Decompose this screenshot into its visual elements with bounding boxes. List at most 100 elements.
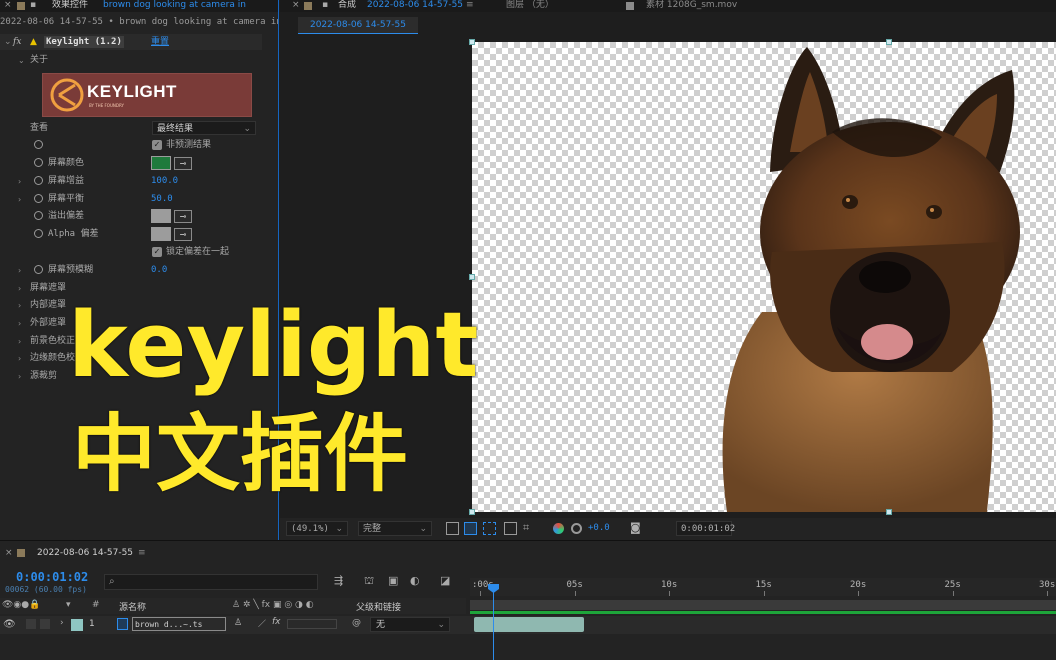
lock-icon[interactable]: ▪ [30, 0, 36, 12]
quality-switch-icon[interactable]: ／ [258, 618, 266, 629]
chevron-right-icon[interactable]: › [18, 173, 21, 190]
transform-handle[interactable] [469, 509, 475, 515]
chevron-right-icon[interactable]: › [18, 333, 21, 350]
resolution-dropdown[interactable]: 完整 ⌄ [358, 521, 432, 536]
transparency-grid-icon[interactable] [464, 522, 477, 535]
stopwatch-icon[interactable] [34, 140, 43, 149]
channel-icon[interactable] [553, 523, 564, 534]
chevron-right-icon[interactable]: › [18, 297, 21, 314]
chevron-right-icon[interactable]: › [18, 368, 21, 385]
comp-mini-flowchart-icon[interactable]: ⇶ [334, 574, 343, 587]
switch-boxes[interactable] [287, 619, 337, 629]
mask-visibility-icon[interactable] [483, 522, 496, 535]
label-column-icon[interactable]: ▾ [66, 600, 71, 610]
frame-blending-icon[interactable]: ◐ [410, 574, 420, 587]
composition-tab-label[interactable]: 合成 [338, 0, 356, 11]
effect-controls-tab-label[interactable]: 效果控件 [52, 0, 88, 12]
reset-link[interactable]: 重置 [151, 34, 169, 50]
about-row[interactable]: ⌄ 关于 [0, 52, 262, 69]
eyedropper-icon[interactable]: ⊸ [174, 157, 192, 170]
zoom-value: (49.1%) [291, 524, 329, 534]
chevron-right-icon[interactable]: › [18, 191, 21, 208]
screen-preblur-value[interactable]: 0.0 [151, 262, 167, 279]
screen-balance-value[interactable]: 50.0 [151, 191, 173, 208]
transform-handle[interactable] [469, 274, 475, 280]
eye-icon[interactable]: 👁 [3, 619, 16, 630]
transform-handle[interactable] [469, 39, 475, 45]
chevron-down-icon[interactable]: ⌄ [4, 34, 12, 50]
guide-options-icon[interactable] [504, 522, 517, 535]
panel-menu-icon[interactable]: ≡ [466, 0, 474, 11]
chevron-right-icon[interactable]: › [18, 315, 21, 332]
composition-canvas[interactable] [472, 42, 1056, 512]
stopwatch-icon[interactable] [34, 211, 43, 220]
close-icon[interactable]: × [4, 0, 12, 12]
parent-dropdown[interactable]: 无 ⌄ [370, 617, 450, 632]
shy-layers-icon[interactable]: ▣ [388, 574, 398, 587]
graph-editor-icon[interactable]: ◪ [440, 574, 450, 587]
footage-tab-label[interactable]: 素材 1208G_sm.mov [646, 0, 737, 11]
draft-3d-icon[interactable]: ⛫ [364, 574, 374, 589]
grid-icon[interactable]: ⌗ [523, 522, 536, 535]
panel-menu-icon[interactable] [304, 2, 312, 10]
layer-search-input[interactable]: ⌕ [104, 574, 318, 590]
unpremultiply-checkbox[interactable]: ✓ [152, 140, 162, 150]
stopwatch-icon[interactable] [34, 229, 43, 238]
layer-label-color[interactable] [71, 619, 83, 631]
keylight-effect-header[interactable]: ⌄ fx ▲ Keylight (1.2) 重置 [0, 34, 262, 50]
panel-menu-icon[interactable] [17, 2, 25, 10]
lock-icon[interactable]: ▪ [322, 0, 328, 11]
source-crops-label: 源裁剪 [30, 371, 58, 381]
stopwatch-icon[interactable] [34, 265, 43, 274]
timeline-comp-name[interactable]: 2022-08-06 14-57-55 [37, 545, 133, 561]
stopwatch-icon[interactable] [34, 158, 43, 167]
shy-switch-icon[interactable]: ♙ [234, 618, 242, 628]
stopwatch-icon[interactable] [34, 176, 43, 185]
switches-column-icon[interactable]: ♙ ✲ ╲ fx ▣ ◎ ◑ ◐ [232, 600, 314, 610]
stopwatch-icon[interactable] [34, 194, 43, 203]
visibility-column-icon[interactable]: 👁◉●🔒 [2, 600, 40, 610]
screen-gain-value[interactable]: 100.0 [151, 173, 178, 190]
lock-biases-checkbox[interactable]: ✓ [152, 247, 162, 257]
chevron-down-icon[interactable]: ⌄ [18, 52, 25, 69]
region-of-interest-icon[interactable] [446, 522, 459, 535]
camera-icon[interactable]: ◙ [630, 522, 643, 535]
alpha-bias-swatch[interactable] [151, 227, 171, 241]
screen-colour-swatch[interactable] [151, 156, 171, 170]
chevron-right-icon[interactable]: › [18, 262, 21, 279]
panel-menu-icon[interactable]: ≡ [138, 545, 146, 561]
effect-name[interactable]: Keylight (1.2) [44, 36, 124, 48]
close-icon[interactable]: × [5, 545, 13, 561]
exposure-reset-icon[interactable] [571, 523, 582, 534]
audio-toggle[interactable] [26, 619, 36, 629]
layer-name[interactable]: brown d...~.ts [132, 617, 226, 631]
chevron-right-icon[interactable]: › [18, 350, 21, 367]
chevron-right-icon[interactable]: › [60, 618, 64, 628]
fx-switch-icon[interactable]: fx [272, 617, 281, 627]
eyedropper-icon[interactable]: ⊸ [174, 210, 192, 223]
close-icon[interactable]: × [292, 0, 300, 11]
composition-subtab[interactable]: 2022-08-06 14-57-55 [298, 17, 418, 34]
composition-tab-name[interactable]: 2022-08-06 14-57-55 [367, 0, 463, 11]
transform-handle[interactable] [886, 509, 892, 515]
source-name-column[interactable]: 源名称 [119, 600, 146, 613]
layer-tab-label[interactable]: 图层 （无） [506, 0, 554, 11]
current-time[interactable]: 0:00:01:02 [16, 570, 88, 584]
parent-link-column[interactable]: 父级和链接 [356, 600, 401, 613]
work-area-bar[interactable] [470, 600, 1056, 610]
viewer-timecode[interactable]: 0:00:01:02 [676, 521, 735, 536]
transform-handle[interactable] [886, 39, 892, 45]
exposure-value[interactable]: +0.0 [588, 521, 610, 536]
zoom-dropdown[interactable]: (49.1%) ⌄ [286, 521, 348, 536]
eyedropper-icon[interactable]: ⊸ [174, 228, 192, 241]
chevron-right-icon[interactable]: › [18, 280, 21, 297]
layer-clip-bar[interactable] [474, 617, 584, 632]
playhead-line[interactable] [493, 584, 494, 660]
view-dropdown[interactable]: 最终结果 ⌄ [152, 121, 256, 135]
time-ruler[interactable]: :00s 05s 10s 15s 20s 25s 30s [470, 578, 1056, 596]
fx-toggle-icon[interactable]: fx [13, 34, 21, 50]
pickwhip-icon[interactable]: @ [352, 618, 361, 628]
solo-toggle[interactable] [40, 619, 50, 629]
effect-controls-tab-source[interactable]: brown dog looking at camera in [103, 0, 246, 12]
despill-bias-swatch[interactable] [151, 209, 171, 223]
